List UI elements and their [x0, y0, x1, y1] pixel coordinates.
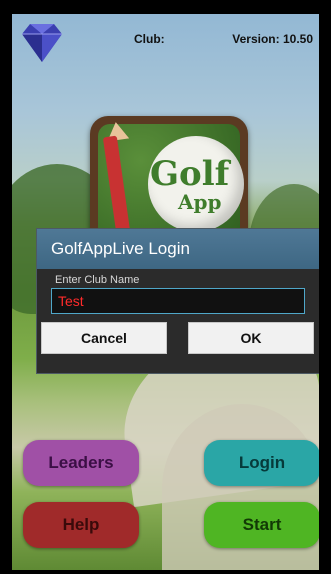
logo-text-golf: Golf: [150, 154, 230, 194]
version-label: Version: 10.50: [232, 32, 313, 46]
app-logo: Golf App: [90, 116, 248, 246]
club-label: Club:: [134, 32, 165, 46]
device-frame: Club: Version: 10.50 Golf App GolfAppLiv…: [0, 0, 331, 574]
app-screen: Club: Version: 10.50 Golf App GolfAppLiv…: [12, 14, 319, 570]
start-button[interactable]: Start: [204, 502, 319, 548]
club-name-input[interactable]: [52, 289, 304, 313]
diamond-icon: [22, 24, 62, 62]
top-bar: Club: Version: 10.50: [12, 14, 319, 64]
leaders-button[interactable]: Leaders: [23, 440, 139, 486]
login-button[interactable]: Login: [204, 440, 319, 486]
help-button[interactable]: Help: [23, 502, 139, 548]
dialog-title-bar: GolfAppLive Login: [37, 229, 319, 269]
cancel-button[interactable]: Cancel: [41, 322, 167, 354]
club-name-label: Enter Club Name: [55, 274, 140, 286]
dialog-title: GolfAppLive Login: [51, 239, 190, 258]
login-dialog: GolfAppLive Login Enter Club Name Cancel…: [36, 228, 319, 374]
club-name-field[interactable]: [51, 288, 305, 314]
logo-text-app: App: [178, 190, 222, 214]
ok-button[interactable]: OK: [188, 322, 314, 354]
